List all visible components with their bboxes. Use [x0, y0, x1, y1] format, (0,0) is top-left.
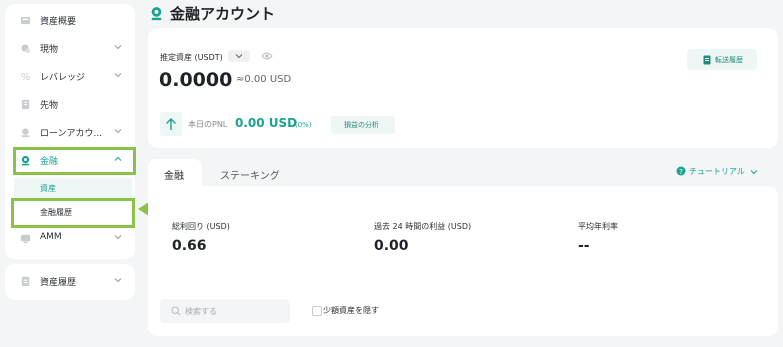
chevron-down-icon: [114, 45, 122, 50]
total-yield-label: 総利回り (USD): [172, 222, 230, 231]
sidebar-item-label: 先物: [40, 101, 59, 111]
tab-label: 金融: [164, 171, 184, 182]
estimated-assets-label: 推定資産 (USDT): [160, 53, 223, 62]
finance-icon: [151, 7, 162, 21]
highlight-finance: [13, 147, 136, 175]
sidebar-item-label: ローンアカウ...: [40, 129, 103, 139]
sidebar-item-label: 資産履歴: [40, 278, 77, 288]
search-input[interactable]: 検索する: [160, 299, 290, 323]
tab-label: ステーキング: [220, 171, 280, 182]
approx-usd: ≈0.00 USD: [236, 74, 292, 85]
sidebar-item-label: レバレッジ: [40, 73, 86, 83]
search-placeholder: 検索する: [185, 307, 217, 316]
summary-card: [148, 28, 778, 148]
pnl-percent: (0%): [295, 121, 312, 129]
pnl-value: 0.00 USD: [235, 116, 298, 130]
sidebar-item-label: AMM: [40, 232, 62, 242]
profit-24h-value: 0.00: [374, 238, 409, 254]
chevron-down-icon: [114, 129, 122, 134]
arrow-up-icon: [166, 118, 176, 130]
asset-history-icon: [21, 276, 30, 287]
pnl-analysis-label: 損益の分析: [344, 121, 379, 129]
pnl-arrow-box: [160, 112, 182, 136]
amm-icon: [20, 234, 31, 244]
total-yield-value: 0.66: [172, 238, 207, 254]
eye-icon[interactable]: [261, 51, 273, 61]
sidebar-subitem-label: 資産: [40, 184, 56, 193]
transfer-history-button[interactable]: 転送履歴: [687, 49, 757, 70]
avg-apr-value: --: [578, 238, 590, 254]
asset-overview-icon: [20, 16, 31, 25]
hide-small-checkbox[interactable]: [312, 306, 322, 316]
sidebar-item-leverage[interactable]: % レバレッジ: [14, 64, 132, 90]
tab-finance[interactable]: 金融: [148, 159, 202, 187]
futures-icon: [21, 99, 30, 110]
pnl-analysis-button[interactable]: 損益の分析: [331, 116, 395, 134]
total-amount: 0.0000: [159, 69, 233, 91]
sidebar-subitem-assets[interactable]: 資産: [14, 178, 132, 200]
sidebar-item-label: 資産概要: [40, 17, 77, 27]
spot-icon: [21, 44, 31, 54]
today-pnl-label: 本日のPNL: [188, 120, 228, 129]
chevron-down-icon: [750, 170, 758, 175]
chevron-down-icon: [235, 54, 243, 59]
search-icon: [171, 306, 181, 316]
document-icon: [703, 55, 711, 65]
svg-text:%: %: [21, 72, 31, 82]
tutorial-label: チュートリアル: [689, 167, 745, 176]
svg-text:?: ?: [679, 168, 683, 176]
tutorial-link[interactable]: ? チュートリアル: [676, 165, 766, 179]
sidebar-item-spot[interactable]: 現物: [14, 36, 132, 62]
sidebar-item-label: 現物: [40, 45, 59, 55]
leverage-icon: %: [21, 72, 31, 82]
sidebar-item-futures[interactable]: 先物: [14, 92, 132, 118]
chevron-down-icon: [114, 235, 122, 240]
loan-icon: [21, 128, 30, 138]
currency-select[interactable]: [228, 50, 250, 62]
page-title: 金融アカウント: [170, 5, 276, 23]
transfer-history-label: 転送履歴: [715, 56, 743, 64]
chevron-down-icon: [114, 278, 122, 283]
hide-small-label: 少額資産を隠す: [323, 306, 379, 315]
highlight-finance-history: [11, 198, 135, 228]
chevron-down-icon: [114, 73, 122, 78]
sidebar-item-asset-history[interactable]: 資産履歴: [14, 269, 132, 295]
tab-staking[interactable]: ステーキング: [210, 159, 290, 187]
profit-24h-label: 過去 24 時間の利益 (USD): [374, 222, 472, 231]
sidebar-item-loan[interactable]: ローンアカウ...: [14, 120, 132, 146]
avg-apr-label: 平均年利率: [578, 222, 618, 231]
help-icon: ?: [676, 166, 686, 176]
sidebar-item-amm[interactable]: AMM: [14, 226, 132, 252]
sidebar-item-asset-overview[interactable]: 資産概要: [14, 8, 132, 34]
